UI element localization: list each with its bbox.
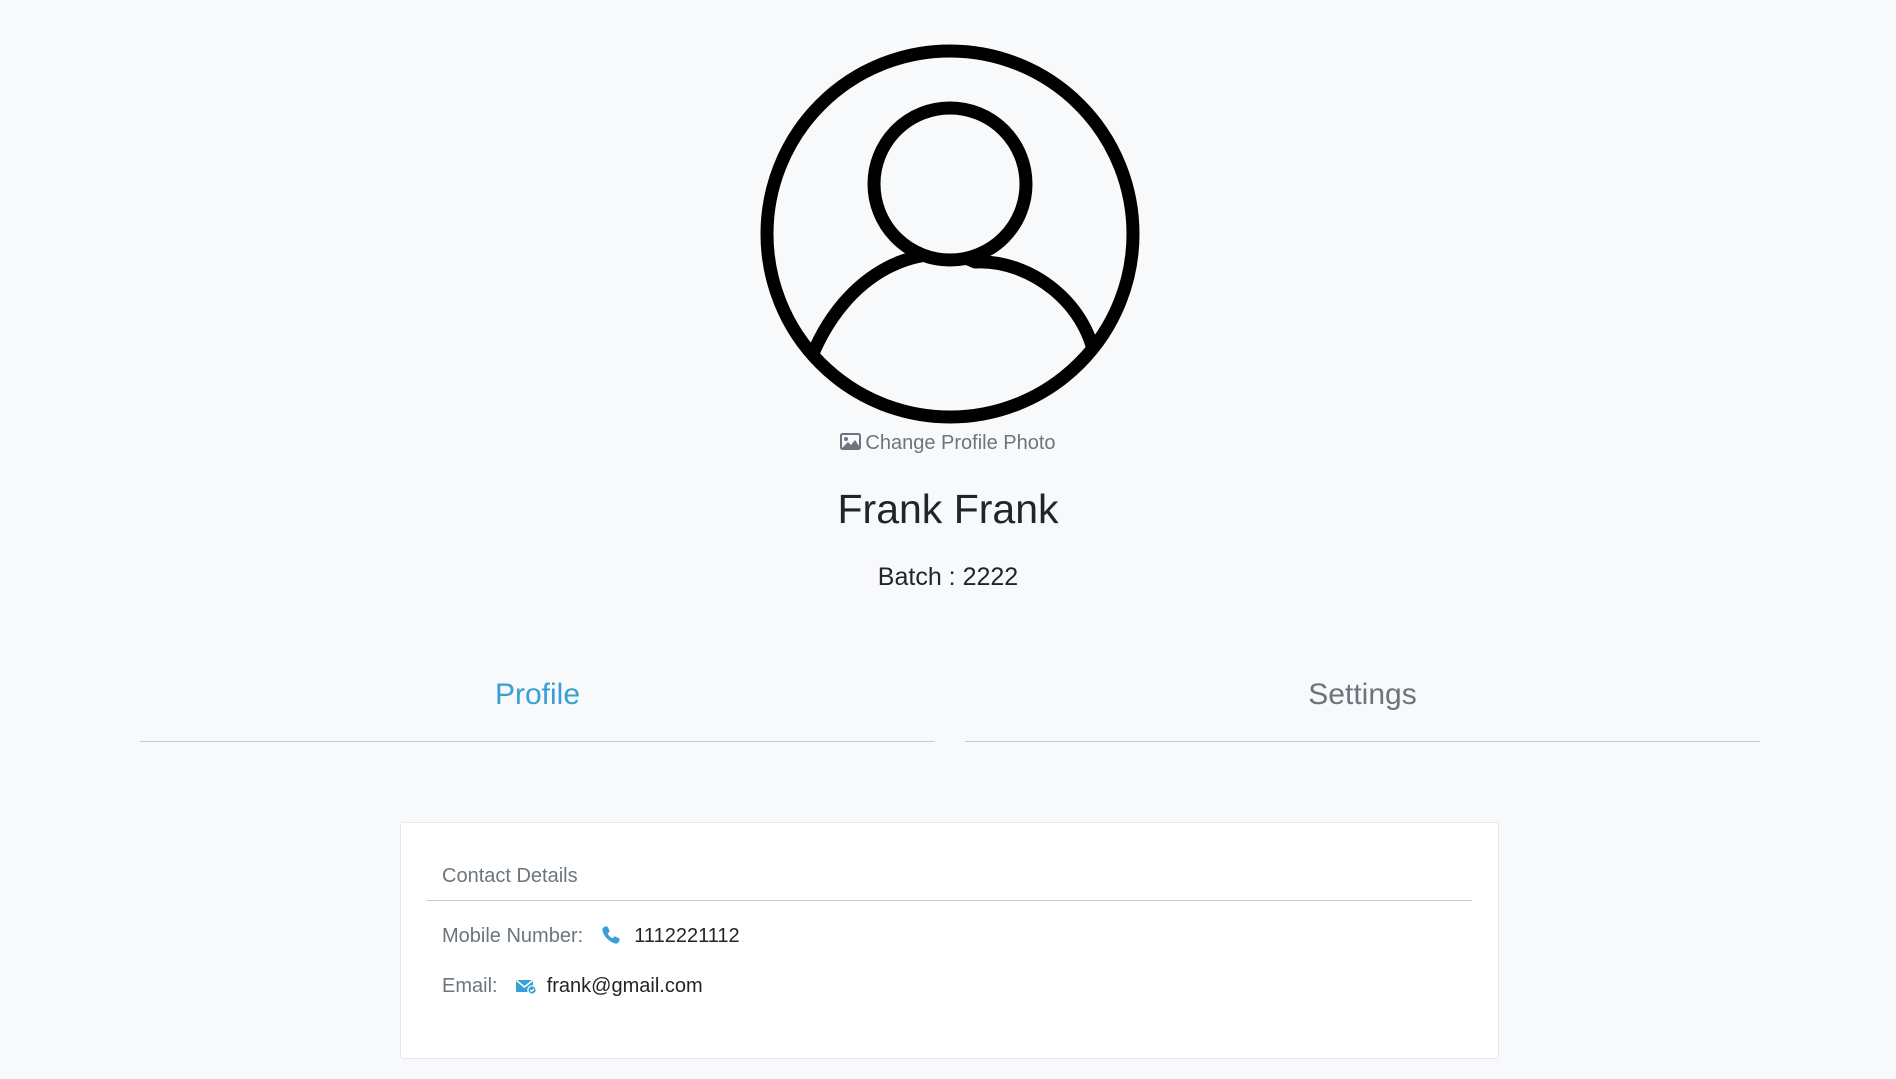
profile-batch: Batch : 2222 [877, 563, 1019, 591]
mobile-number-row: Mobile Number: 1112221112 [442, 925, 740, 951]
email-label: Email: [442, 975, 498, 997]
mobile-number-value: 1112221112 [634, 925, 740, 947]
tab-profile-label: Profile [494, 678, 581, 711]
tab-settings-label: Settings [1308, 678, 1417, 711]
profile-name: Frank Frank [837, 486, 1059, 532]
avatar [760, 44, 1140, 424]
user-circle-icon [760, 44, 1140, 424]
email-row: Email: frank@gmail.com [442, 975, 703, 1001]
change-profile-photo-link[interactable]: Change Profile Photo [0, 432, 1896, 455]
contact-details-card: Contact Details Mobile Number: 111222111… [400, 822, 1499, 1059]
profile-page: Change Profile Photo Frank Frank Batch :… [0, 0, 1896, 1079]
phone-icon [601, 925, 621, 951]
image-icon [840, 433, 862, 450]
email-value[interactable]: frank@gmail.com [547, 975, 703, 997]
mobile-number-label: Mobile Number: [442, 925, 584, 947]
change-photo-label: Change Profile Photo [865, 432, 1056, 454]
tab-settings[interactable]: Settings [965, 678, 1760, 742]
envelope-icon [515, 977, 537, 1001]
contact-details-header: Contact Details [426, 865, 1472, 901]
tab-profile[interactable]: Profile [140, 678, 935, 742]
